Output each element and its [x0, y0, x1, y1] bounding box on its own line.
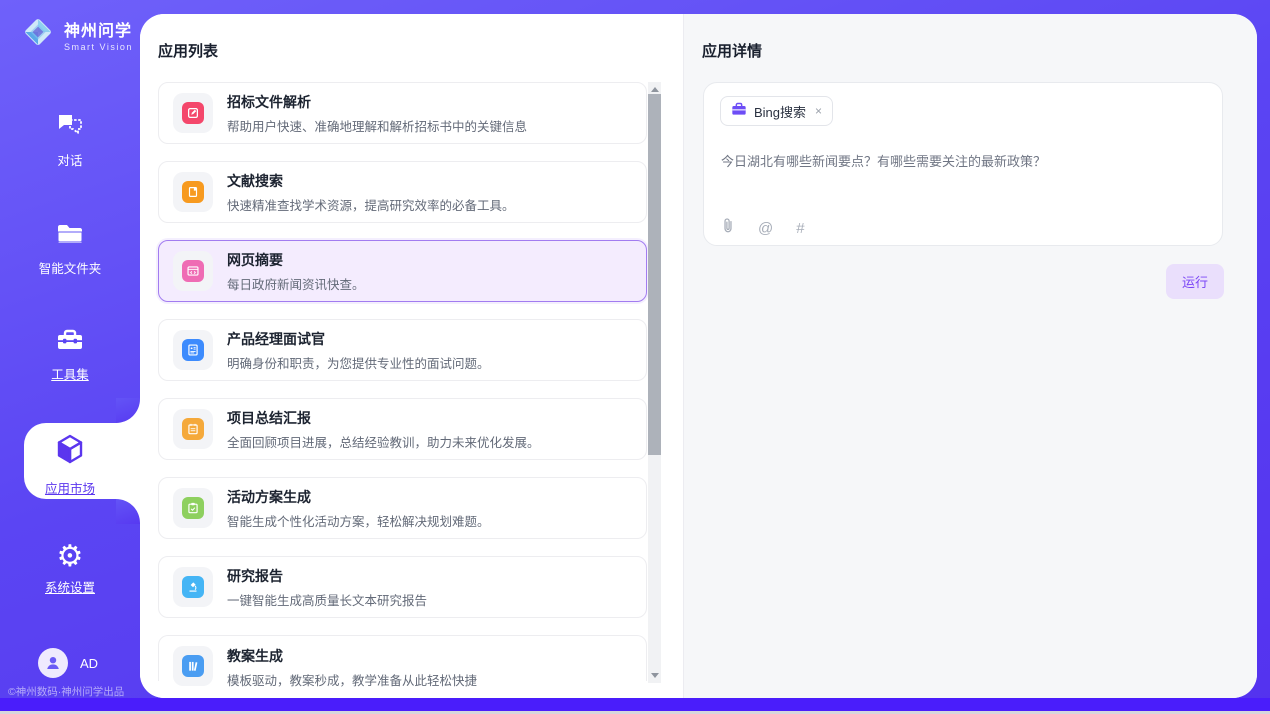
books-icon — [182, 655, 204, 677]
app-card-pm-interviewer[interactable]: 产品经理面试官 明确身份和职责，为您提供专业性的面试问题。 — [158, 319, 647, 381]
icon-box — [173, 251, 213, 291]
prompt-text[interactable]: 今日湖北有哪些新闻要点？有哪些需要关注的最新政策？ — [721, 151, 1201, 170]
sidebar-item-label: 智能文件夹 — [39, 258, 102, 277]
icon-box — [173, 409, 213, 449]
user-account[interactable]: AD — [38, 648, 98, 678]
sidebar-item-chat[interactable]: 对话 — [0, 112, 140, 169]
sidebar: 神州问学 Smart Vision 对话 智能文件夹 — [0, 0, 140, 714]
toolbox-icon — [56, 328, 84, 357]
input-toolbar: @ # — [721, 217, 805, 239]
app-desc: 每日政府新闻资讯快查。 — [227, 274, 365, 293]
notepad-icon — [182, 418, 204, 440]
run-row: 运行 — [684, 264, 1224, 299]
bottom-accent-strip — [0, 698, 1270, 711]
paperclip-icon[interactable] — [721, 217, 735, 239]
app-list-panel: 应用列表 招标文件解析 帮助用户快速、准确地理解和解析招标书中的关键信息 — [140, 14, 683, 698]
chat-icon — [56, 112, 84, 143]
sidebar-item-label: 系统设置 — [45, 577, 95, 596]
app-card-project-summary[interactable]: 项目总结汇报 全面回顾项目进展，总结经验教训，助力未来优化发展。 — [158, 398, 647, 460]
scroll-down-icon[interactable] — [651, 673, 659, 678]
app-desc: 智能生成个性化活动方案，轻松解决规划难题。 — [227, 511, 490, 530]
clipboard-check-icon — [182, 497, 204, 519]
icon-box — [173, 330, 213, 370]
prompt-card: Bing搜索 × 今日湖北有哪些新闻要点？有哪些需要关注的最新政策？ @ # — [703, 82, 1223, 246]
folder-icon — [56, 222, 84, 251]
app-title: 项目总结汇报 — [227, 408, 540, 428]
brand-diamond-icon — [20, 14, 56, 55]
app-card-bid-document-analysis[interactable]: 招标文件解析 帮助用户快速、准确地理解和解析招标书中的关键信息 — [158, 82, 647, 144]
bubble-notch-bottom — [116, 499, 140, 524]
book-icon — [182, 181, 204, 203]
bubble-notch-top — [116, 398, 140, 423]
app-desc: 快速精准查找学术资源，提高研究效率的必备工具。 — [227, 195, 515, 214]
app-title: 文献搜索 — [227, 171, 515, 191]
icon-box — [173, 646, 213, 686]
brand-name: 神州问学 — [64, 17, 133, 41]
hash-icon[interactable]: # — [796, 220, 804, 237]
app-title: 网页摘要 — [227, 250, 365, 270]
app-list-title: 应用列表 — [158, 40, 218, 61]
scrollbar-thumb[interactable] — [648, 94, 661, 455]
app-card-webpage-summary[interactable]: 网页摘要 每日政府新闻资讯快查。 — [158, 240, 647, 302]
briefcase-icon — [731, 102, 747, 121]
copyright-text: ©神州数码·神州问学出品 — [8, 684, 138, 699]
app-desc: 帮助用户快速、准确地理解和解析招标书中的关键信息 — [227, 116, 527, 135]
app-title: 教案生成 — [227, 646, 477, 666]
app-card-research-report[interactable]: 研究报告 一键智能生成高质量长文本研究报告 — [158, 556, 647, 618]
app-desc: 明确身份和职责，为您提供专业性的面试问题。 — [227, 353, 490, 372]
sidebar-item-label: 应用市场 — [45, 478, 95, 497]
resume-icon — [182, 339, 204, 361]
brand-subtitle: Smart Vision — [64, 42, 133, 52]
cube-icon — [53, 432, 87, 471]
main-content: 应用列表 招标文件解析 帮助用户快速、准确地理解和解析招标书中的关键信息 — [140, 14, 1257, 698]
app-title: 招标文件解析 — [227, 92, 527, 112]
icon-box — [173, 488, 213, 528]
sidebar-item-label: 对话 — [57, 150, 82, 169]
webpage-code-icon — [182, 260, 204, 282]
app-desc: 一键智能生成高质量长文本研究报告 — [227, 590, 427, 609]
app-desc: 模板驱动，教案秒成，教学准备从此轻松快捷 — [227, 670, 477, 689]
chip-label: Bing搜索 — [754, 102, 806, 121]
app-list: 招标文件解析 帮助用户快速、准确地理解和解析招标书中的关键信息 文献搜索 快速精… — [158, 82, 647, 690]
avatar — [38, 648, 68, 678]
close-icon[interactable]: × — [813, 104, 822, 118]
app-card-event-plan[interactable]: 活动方案生成 智能生成个性化活动方案，轻松解决规划难题。 — [158, 477, 647, 539]
icon-box — [173, 93, 213, 133]
app-title: 产品经理面试官 — [227, 329, 490, 349]
brand-logo: 神州问学 Smart Vision — [20, 14, 133, 55]
bing-search-chip[interactable]: Bing搜索 × — [720, 96, 833, 126]
run-button[interactable]: 运行 — [1166, 264, 1224, 299]
scroll-up-icon[interactable] — [651, 87, 659, 92]
icon-box — [173, 567, 213, 607]
sidebar-item-app-market[interactable]: 应用市场 — [0, 432, 140, 497]
document-edit-icon — [182, 102, 204, 124]
app-card-literature-search[interactable]: 文献搜索 快速精准查找学术资源，提高研究效率的必备工具。 — [158, 161, 647, 223]
sidebar-item-toolset[interactable]: 工具集 — [0, 328, 140, 383]
app-card-lesson-plan[interactable]: 教案生成 模板驱动，教案秒成，教学准备从此轻松快捷 — [158, 635, 647, 681]
app-title: 研究报告 — [227, 566, 427, 586]
app-title: 活动方案生成 — [227, 487, 490, 507]
app-detail-title: 应用详情 — [702, 40, 762, 61]
gear-icon: ⚙ — [57, 544, 84, 570]
sidebar-item-label: 工具集 — [51, 364, 89, 383]
user-initials: AD — [80, 656, 98, 671]
sidebar-item-smart-folder[interactable]: 智能文件夹 — [0, 222, 140, 277]
app-desc: 全面回顾项目进展，总结经验教训，助力未来优化发展。 — [227, 432, 540, 451]
app-list-scrollbar[interactable] — [648, 82, 661, 683]
app-detail-panel: 应用详情 Bing搜索 × 今日湖北有哪些新闻要点？有哪些需要关注的最新政策？ — [683, 14, 1257, 698]
sidebar-item-settings[interactable]: ⚙ 系统设置 — [0, 544, 140, 596]
microscope-icon — [182, 576, 204, 598]
icon-box — [173, 172, 213, 212]
at-icon[interactable]: @ — [758, 220, 773, 237]
